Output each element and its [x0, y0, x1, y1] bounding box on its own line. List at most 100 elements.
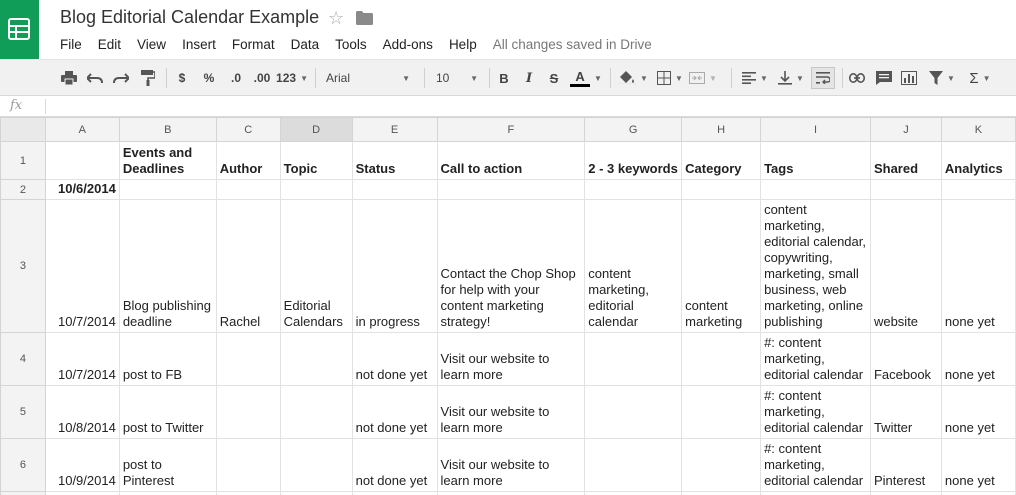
cell-h1[interactable]: Category — [681, 141, 762, 180]
cell-i3[interactable]: content marketing, editorial calendar, c… — [760, 199, 871, 333]
cell-d3[interactable]: Editorial Calendars — [279, 199, 353, 333]
row-header[interactable]: 2 — [0, 179, 46, 200]
document-title[interactable]: Blog Editorial Calendar Example — [60, 7, 319, 28]
cell-j6[interactable]: Pinterest — [869, 438, 942, 492]
folder-icon[interactable] — [356, 11, 373, 30]
cell-e5[interactable]: not done yet — [351, 385, 438, 439]
cell-i2[interactable] — [760, 179, 871, 200]
cell-e2[interactable] — [351, 179, 438, 200]
cell-a7[interactable] — [44, 491, 120, 495]
menu-insert[interactable]: Insert — [182, 37, 216, 52]
increase-decimals-button[interactable]: .00 — [251, 68, 273, 88]
cell-e1[interactable]: Status — [351, 141, 438, 180]
cell-c6[interactable] — [215, 438, 281, 492]
cell-c4[interactable] — [215, 332, 281, 386]
text-wrapping-button[interactable] — [811, 67, 835, 89]
sheets-logo[interactable] — [0, 0, 39, 59]
row-header[interactable]: 5 — [0, 385, 46, 439]
menu-format[interactable]: Format — [232, 37, 275, 52]
row-header[interactable]: 7 — [0, 491, 46, 495]
paint-format-icon[interactable] — [139, 68, 157, 88]
print-icon[interactable] — [60, 68, 78, 88]
cell-a4[interactable]: 10/7/2014 — [44, 332, 120, 386]
cell-f1[interactable]: Call to action — [436, 141, 586, 180]
star-icon[interactable]: ☆ — [328, 7, 344, 29]
insert-chart-icon[interactable] — [900, 68, 918, 88]
menu-edit[interactable]: Edit — [98, 37, 121, 52]
cell-f6[interactable]: Visit our website to learn more — [436, 438, 586, 492]
filter-button[interactable]: ▼ — [926, 68, 958, 88]
menu-tools[interactable]: Tools — [335, 37, 367, 52]
row-header[interactable]: 4 — [0, 332, 46, 386]
cell-b4[interactable]: post to FB — [118, 332, 217, 386]
cell-g6[interactable] — [584, 438, 683, 492]
row-header[interactable]: 6 — [0, 438, 46, 492]
cell-f3[interactable]: Contact the Chop Shop for help with your… — [436, 199, 586, 333]
cell-a2[interactable]: 10/6/2014 — [44, 179, 120, 200]
cell-h4[interactable] — [681, 332, 762, 386]
cell-j4[interactable]: Facebook — [869, 332, 942, 386]
borders-button[interactable]: ▼ — [655, 68, 685, 88]
cell-b7[interactable] — [118, 491, 217, 495]
cell-d7[interactable] — [279, 491, 353, 495]
column-header-k[interactable]: K — [940, 117, 1016, 142]
redo-icon[interactable] — [112, 68, 130, 88]
cell-b3[interactable]: Blog publishing deadline — [118, 199, 217, 333]
cell-c1[interactable]: Author — [215, 141, 281, 180]
cell-c3[interactable]: Rachel — [215, 199, 281, 333]
cell-d4[interactable] — [279, 332, 353, 386]
horizontal-align-button[interactable]: ▼ — [740, 68, 770, 88]
functions-button[interactable]: Σ ▼ — [965, 68, 995, 88]
cell-d5[interactable] — [279, 385, 353, 439]
column-header-c[interactable]: C — [215, 117, 281, 142]
menu-data[interactable]: Data — [291, 37, 320, 52]
cell-k5[interactable]: none yet — [940, 385, 1016, 439]
cell-d2[interactable] — [279, 179, 353, 200]
select-all-corner[interactable] — [0, 117, 46, 142]
cell-c5[interactable] — [215, 385, 281, 439]
more-formats-button[interactable]: 123 ▼ — [276, 68, 308, 88]
cell-d6[interactable] — [279, 438, 353, 492]
decrease-decimals-button[interactable]: .0 — [226, 68, 246, 88]
cell-i7[interactable] — [760, 491, 871, 495]
cell-h2[interactable] — [681, 179, 762, 200]
save-status[interactable]: All changes saved in Drive — [493, 37, 652, 52]
text-color-button[interactable]: A ▼ — [570, 68, 602, 88]
column-header-a[interactable]: A — [44, 117, 120, 142]
column-header-f[interactable]: F — [436, 117, 586, 142]
cell-k7[interactable] — [940, 491, 1016, 495]
percent-format-button[interactable]: % — [200, 68, 218, 88]
fill-color-button[interactable]: ▼ — [617, 68, 649, 88]
currency-format-button[interactable]: $ — [174, 68, 190, 88]
insert-link-icon[interactable] — [848, 68, 866, 88]
vertical-align-button[interactable]: ▼ — [776, 68, 806, 88]
formula-input[interactable] — [50, 97, 990, 115]
cell-k1[interactable]: Analytics — [940, 141, 1016, 180]
cell-i6[interactable]: #: content marketing, editorial calendar — [760, 438, 871, 492]
cell-j7[interactable] — [869, 491, 942, 495]
cell-j2[interactable] — [869, 179, 942, 200]
bold-button[interactable]: B — [496, 68, 512, 88]
font-family-select[interactable]: Arial ▼ — [322, 68, 414, 88]
cell-b1[interactable]: Events and Deadlines — [118, 141, 217, 180]
menu-file[interactable]: File — [60, 37, 82, 52]
insert-comment-icon[interactable] — [875, 68, 893, 88]
cell-g3[interactable]: content marketing, editorial calendar — [584, 199, 683, 333]
column-header-d[interactable]: D — [279, 117, 353, 142]
italic-button[interactable]: I — [521, 68, 537, 88]
cell-i5[interactable]: #: content marketing, editorial calendar — [760, 385, 871, 439]
cell-a6[interactable]: 10/9/2014 — [44, 438, 120, 492]
merge-cells-button[interactable]: ▼ — [688, 68, 718, 88]
row-header[interactable]: 3 — [0, 199, 46, 333]
cell-j3[interactable]: website — [869, 199, 942, 333]
menu-addons[interactable]: Add-ons — [383, 37, 433, 52]
cell-j5[interactable]: Twitter — [869, 385, 942, 439]
font-size-select[interactable]: 10 ▼ — [432, 68, 482, 88]
cell-c7[interactable] — [215, 491, 281, 495]
row-header[interactable]: 1 — [0, 141, 46, 180]
cell-b5[interactable]: post to Twitter — [118, 385, 217, 439]
cell-e7[interactable] — [351, 491, 438, 495]
cell-k2[interactable] — [940, 179, 1016, 200]
column-header-h[interactable]: H — [681, 117, 762, 142]
cell-g2[interactable] — [584, 179, 683, 200]
